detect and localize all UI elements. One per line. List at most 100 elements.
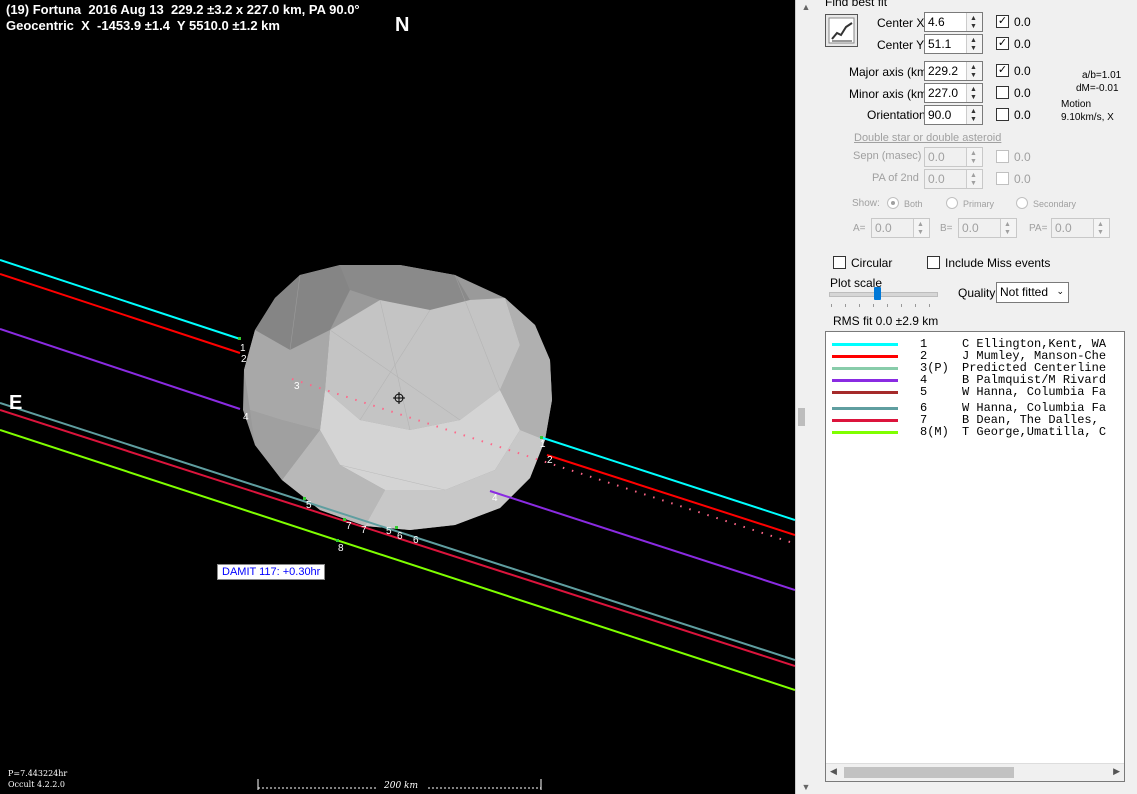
scroll-thumb[interactable]	[798, 408, 805, 426]
version-label: Occult 4.2.2.0	[8, 780, 65, 789]
a-input[interactable]: 0.0 ▲ ▼	[871, 218, 930, 238]
chart-icon	[828, 17, 855, 44]
sepn-label: Sepn (masec)	[853, 150, 922, 162]
chord-label-4: 4	[243, 412, 249, 423]
chord-1	[0, 259, 241, 340]
chord-label-5: 5	[306, 500, 312, 511]
center-x-label: Center X	[877, 16, 925, 30]
period-label: P=7.443224hr	[8, 769, 68, 778]
svg-text:2: 2	[547, 455, 553, 466]
plot-scale-track[interactable]	[829, 292, 938, 297]
motion-value: 9.10km/s, X	[1061, 112, 1114, 123]
circular-checkbox[interactable]	[833, 256, 846, 269]
rms-fit-label: RMS fit 0.0 ±2.9 km	[833, 314, 939, 328]
legend-row[interactable]: 8(M) T George,Umatilla, C	[826, 425, 1124, 439]
center-y-checkbox[interactable]: ✓	[996, 37, 1009, 50]
show-secondary-radio[interactable]	[1016, 197, 1028, 209]
legend-swatch	[832, 379, 898, 382]
ab-ratio: a/b=1.01	[1082, 70, 1122, 81]
show-secondary-label: Secondary	[1033, 199, 1077, 209]
center-x-unc: 0.0	[1014, 15, 1031, 29]
orientation-label: Orientation	[867, 108, 926, 122]
center-y-label: Center Y	[877, 38, 925, 52]
svg-text:6: 6	[413, 535, 419, 546]
legend-observer: T George,Umatilla, C	[962, 425, 1107, 439]
legend-number: 5	[920, 385, 928, 399]
scroll-up-icon[interactable]: ▲	[796, 0, 816, 14]
legend-number: 8(M)	[920, 425, 949, 439]
plot-title-line2: Geocentric X -1453.9 ±1.4 Y 5510.0 ±1.2 …	[6, 18, 280, 33]
plot-title-line1: (19) Fortuna 2016 Aug 13 229.2 ±3.2 x 22…	[6, 2, 360, 17]
major-axis-input[interactable]: 229.2 ▲ ▼	[924, 61, 983, 81]
show-both-radio[interactable]	[887, 197, 899, 209]
damit-label: DAMIT 117: +0.30hr	[217, 564, 326, 580]
fit-panel: Find best fit Center X 4.6 ▲ ▼ ✓ 0.0 Cent…	[815, 0, 1137, 794]
circular-label: Circular	[851, 256, 893, 270]
minor-axis-input[interactable]: 227.0 ▲ ▼	[924, 83, 983, 103]
chord-label-6: 6	[397, 531, 403, 542]
svg-text:4: 4	[492, 493, 498, 504]
orientation-unc: 0.0	[1014, 108, 1031, 122]
scroll-right-icon[interactable]: ▶	[1113, 766, 1120, 777]
b-input[interactable]: 0.0 ▲ ▼	[958, 218, 1017, 238]
legend-swatch	[832, 355, 898, 358]
chord-label-3: 3	[294, 381, 300, 392]
minor-axis-checkbox[interactable]	[996, 86, 1009, 99]
sepn-input[interactable]: 0.0 ▲ ▼	[924, 147, 983, 167]
major-axis-checkbox[interactable]: ✓	[996, 64, 1009, 77]
orientation-checkbox[interactable]	[996, 108, 1009, 121]
legend-swatch	[832, 407, 898, 410]
find-best-fit-label: Find best fit	[825, 0, 888, 9]
major-axis-unc: 0.0	[1014, 64, 1031, 78]
legend-row[interactable]: 5 W Hanna, Columbia Fa	[826, 385, 1124, 399]
vertical-scrollbar[interactable]: ▲ ▼	[795, 0, 816, 794]
center-y-input[interactable]: 51.1 ▲ ▼	[924, 34, 983, 54]
minor-axis-unc: 0.0	[1014, 86, 1031, 100]
chord-label-2: 2	[241, 354, 247, 365]
legend-scroll-thumb[interactable]	[844, 767, 1014, 778]
pa2-checkbox[interactable]	[996, 172, 1009, 185]
plot-canvas: 1 2 3 4 1 2 4 5 7 7 5 6 6 8	[0, 259, 795, 790]
plot-scale-slider[interactable]	[873, 287, 881, 300]
pa2-unc: 0.0	[1014, 172, 1031, 186]
chord-label-1: 1	[240, 343, 246, 354]
pa-label: PA=	[1029, 223, 1048, 234]
north-label: N	[395, 14, 410, 36]
show-primary-radio[interactable]	[946, 197, 958, 209]
motion-label: Motion	[1061, 99, 1092, 110]
dm-value: dM=-0.01	[1076, 83, 1119, 94]
sepn-checkbox[interactable]	[996, 150, 1009, 163]
minor-axis-label: Minor axis (km)	[849, 87, 932, 101]
show-primary-label: Primary	[963, 199, 994, 209]
legend-swatch	[832, 431, 898, 434]
pa2-input[interactable]: 0.0 ▲ ▼	[924, 169, 983, 189]
legend-swatch	[832, 343, 898, 346]
svg-text:7: 7	[361, 525, 367, 536]
center-x-input[interactable]: 4.6 ▲ ▼	[924, 12, 983, 32]
chevron-down-icon: ⌄	[1056, 286, 1064, 296]
pa-input[interactable]: 0.0 ▲ ▼	[1051, 218, 1110, 238]
major-axis-label: Major axis (km)	[849, 65, 932, 79]
legend-observer: W Hanna, Columbia Fa	[962, 385, 1107, 399]
include-miss-label: Include Miss events	[945, 256, 1051, 270]
scroll-down-icon[interactable]: ▼	[796, 780, 816, 794]
svg-text:1: 1	[540, 439, 546, 450]
find-best-fit-button[interactable]	[825, 14, 858, 47]
quality-select[interactable]: Not fitted ⌄	[996, 282, 1069, 303]
svg-text:5: 5	[386, 526, 392, 537]
orientation-input[interactable]: 90.0 ▲ ▼	[924, 105, 983, 125]
sepn-unc: 0.0	[1014, 150, 1031, 164]
double-star-link[interactable]: Double star or double asteroid	[854, 132, 1001, 144]
b-label: B=	[940, 223, 953, 234]
scroll-left-icon[interactable]: ◀	[830, 766, 837, 777]
east-label: E	[9, 392, 23, 414]
scale-label: 200 km	[384, 781, 419, 791]
pa2-label: PA of 2nd	[872, 172, 919, 184]
center-x-checkbox[interactable]: ✓	[996, 15, 1009, 28]
occultation-plot[interactable]: 1 2 3 4 1 2 4 5 7 7 5 6 6 8 (19) Fortuna…	[0, 0, 795, 794]
legend-swatch	[832, 419, 898, 422]
quality-label: Quality	[958, 286, 996, 300]
observer-legend[interactable]: 1C Ellington,Kent, WA 2 J Mumley, Manson-C…	[825, 331, 1125, 782]
legend-hscroll[interactable]: ◀ ▶	[826, 763, 1124, 781]
include-miss-checkbox[interactable]	[927, 256, 940, 269]
